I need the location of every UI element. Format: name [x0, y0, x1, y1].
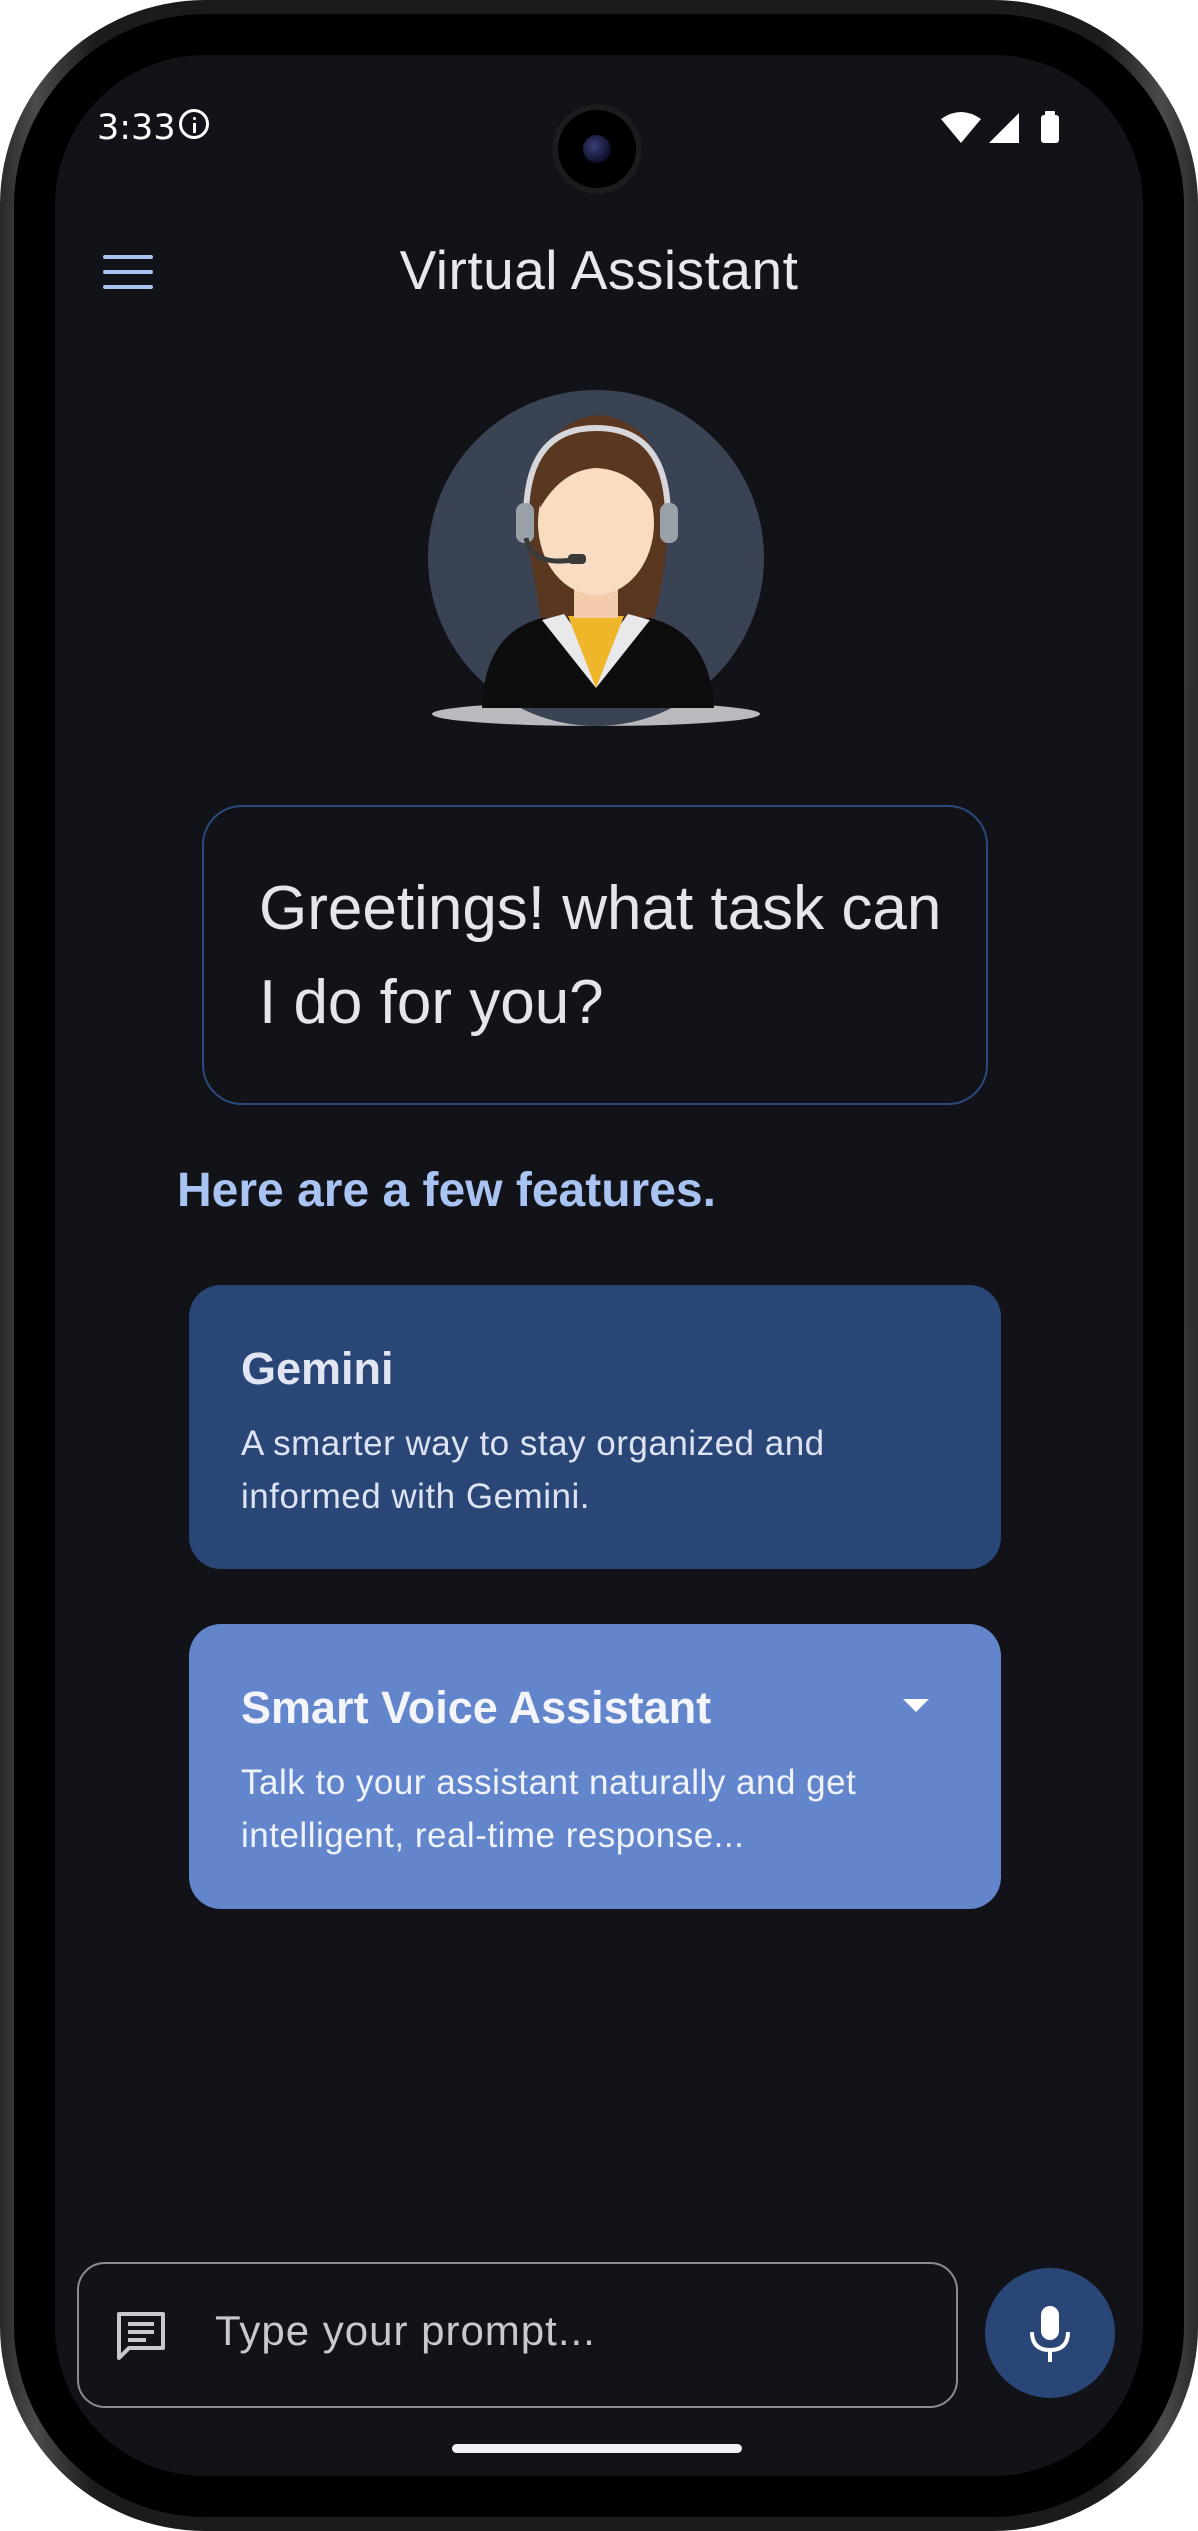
microphone-button[interactable]: [985, 2268, 1115, 2398]
feature-card-description: Talk to your assistant naturally and get…: [241, 1763, 857, 1855]
chat-message-icon: [117, 2312, 165, 2360]
greeting-bubble: Greetings! what task can I do for you?: [202, 805, 988, 1105]
front-camera: [552, 104, 642, 194]
home-indicator[interactable]: [452, 2444, 742, 2453]
phone-frame: 3:33 Virtual Assistant Greetings! what t…: [0, 0, 1198, 2531]
status-icons: [941, 111, 1059, 143]
assistant-avatar: [428, 390, 764, 726]
info-icon: [179, 109, 209, 139]
battery-icon: [1041, 115, 1059, 143]
page-title: Virtual Assistant: [399, 239, 799, 301]
power-button: [1189, 690, 1198, 880]
volume-button: [1189, 1000, 1198, 1330]
prompt-input[interactable]: Type your prompt...: [77, 2262, 958, 2408]
chevron-down-icon[interactable]: [903, 1699, 929, 1712]
prompt-placeholder: Type your prompt...: [215, 2307, 596, 2354]
status-time: 3:33: [97, 108, 176, 148]
feature-card-description: A smarter way to stay organized and info…: [241, 1424, 825, 1516]
microphone-icon: [1030, 2306, 1070, 2362]
wifi-icon: [941, 112, 981, 143]
app-screen: 3:33 Virtual Assistant Greetings! what t…: [55, 55, 1143, 2476]
features-heading: Here are a few features.: [177, 1164, 716, 1217]
feature-card-gemini[interactable]: Gemini A smarter way to stay organized a…: [189, 1285, 1001, 1569]
greeting-text: Greetings! what task can I do for you?: [259, 874, 942, 1037]
cellular-signal-icon: [989, 113, 1019, 143]
feature-card-title: Smart Voice Assistant: [241, 1682, 712, 1733]
feature-card-smart-voice-assistant[interactable]: Smart Voice Assistant Talk to your assis…: [189, 1624, 1001, 1909]
feature-card-title: Gemini: [241, 1343, 394, 1394]
